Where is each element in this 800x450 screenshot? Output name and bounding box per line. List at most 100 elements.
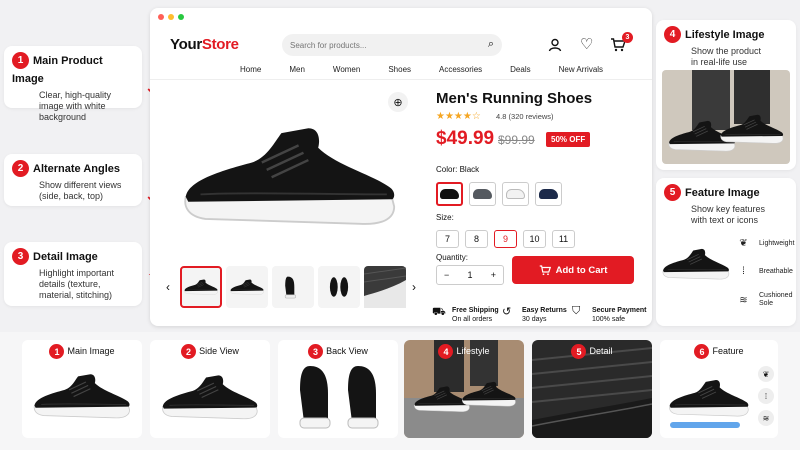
callout-desc: Show different views (side, back, top)	[39, 180, 134, 202]
nav-new-arrivals[interactable]: New Arrivals	[559, 65, 603, 74]
chevron-left-icon[interactable]: ‹	[166, 280, 170, 294]
shoe-image	[230, 279, 264, 295]
color-swatch	[440, 189, 459, 199]
card-number: 3	[308, 344, 324, 359]
nav-accessories[interactable]: Accessories	[439, 65, 482, 74]
nav-shoes[interactable]: Shoes	[388, 65, 411, 74]
nav-home[interactable]: Home	[240, 65, 261, 74]
color-swatch	[473, 189, 492, 199]
callout-number: 1	[12, 52, 29, 70]
thumbnail-back[interactable]	[272, 266, 314, 308]
card-number: 1	[49, 344, 65, 359]
thumbnail-top[interactable]	[318, 266, 360, 308]
callout-desc: Clear, high-quality image with white bac…	[39, 90, 134, 123]
maximize-dot[interactable]	[178, 14, 184, 20]
close-dot[interactable]	[158, 14, 164, 20]
card-number: 2	[181, 344, 197, 359]
feather-icon: ❦	[739, 238, 748, 249]
rating-text: 4.8 (320 reviews)	[496, 112, 554, 121]
card-label: Lifestyle	[456, 345, 490, 356]
thumbnail-main[interactable]	[180, 266, 222, 308]
truck-icon: ⛟	[432, 306, 446, 318]
thumbnail-side[interactable]	[226, 266, 268, 308]
search-icon[interactable]: ⌕	[488, 38, 494, 51]
callout-desc-line: image with white	[39, 101, 106, 111]
callout-desc-line: with text or icons	[691, 215, 759, 225]
quantity-value[interactable]: 1	[467, 270, 472, 280]
card-feature[interactable]: 6 Feature ❦ ⁞ ≋	[660, 340, 778, 438]
size-option-10[interactable]: 10	[523, 230, 546, 248]
feature-label: Lightweight	[759, 240, 795, 247]
size-option-11[interactable]: 11	[552, 230, 575, 248]
card-header: 6 Feature	[660, 340, 778, 359]
price: $49.99	[436, 128, 495, 149]
callout-main-product-image: 1 Main Product Image Clear, high-quality …	[4, 46, 142, 122]
minus-icon[interactable]: −	[444, 270, 449, 280]
shoe-image	[462, 381, 516, 407]
minimize-dot[interactable]	[168, 14, 174, 20]
user-icon[interactable]	[548, 38, 562, 52]
layers-icon: ≋	[758, 410, 774, 426]
search-input[interactable]	[290, 38, 470, 52]
add-to-cart-button[interactable]: Add to Cart	[512, 256, 634, 284]
thumbnail-detail[interactable]	[364, 266, 406, 308]
service-easy-returns: Easy Returns 30 days	[522, 306, 567, 324]
nav-men[interactable]: Men	[289, 65, 305, 74]
card-main-image[interactable]: 1 Main Image	[22, 340, 142, 438]
logo-your: Your	[170, 36, 202, 53]
card-number: 6	[694, 344, 710, 359]
rating-value: 4.8	[496, 112, 507, 121]
shoe-top-image	[329, 277, 349, 297]
card-header: 5 Detail	[532, 340, 652, 359]
color-option-grey[interactable]	[469, 182, 496, 206]
search-bar[interactable]: ⌕	[282, 34, 502, 56]
feature-row: ≋ Cushioned Sole	[736, 292, 796, 308]
shoe-back-image	[299, 366, 379, 429]
store-logo[interactable]: YourStore	[170, 36, 239, 53]
color-label-row: Color: Black	[436, 165, 479, 174]
callout-desc: Show the product in real-life use	[691, 46, 788, 68]
quantity-stepper: − 1 +	[436, 265, 504, 285]
rating-stars: ★★★★☆	[436, 111, 481, 122]
service-secure-payment: Secure Payment 100% safe	[592, 306, 646, 324]
heart-icon[interactable]: ♡	[580, 35, 593, 53]
chevron-right-icon[interactable]: ›	[412, 280, 416, 294]
callout-lifestyle-image: 4 Lifestyle Image Show the product in rea…	[656, 20, 796, 170]
card-detail[interactable]: 5 Detail	[532, 340, 652, 438]
service-sub: 30 days	[522, 316, 547, 323]
color-option-white[interactable]	[502, 182, 529, 206]
shoe-image	[662, 248, 730, 280]
callout-title: Feature Image	[685, 186, 760, 199]
review-count[interactable]: (320 reviews)	[509, 112, 554, 121]
service-sub: 100% safe	[592, 316, 626, 323]
plus-icon[interactable]: +	[491, 270, 496, 280]
color-option-black[interactable]	[436, 182, 463, 206]
size-option-9[interactable]: 9	[494, 230, 517, 248]
nav-women[interactable]: Women	[333, 65, 360, 74]
callout-title: Alternate Angles	[33, 162, 121, 175]
add-to-cart-label: Add to Cart	[555, 264, 608, 276]
card-lifestyle[interactable]: 4 Lifestyle	[404, 340, 524, 438]
card-back-view[interactable]: 3 Back View	[278, 340, 398, 438]
callout-desc-line: material, stitching)	[39, 290, 113, 300]
size-option-8[interactable]: 8	[465, 230, 488, 248]
size-option-7[interactable]: 7	[436, 230, 459, 248]
lifestyle-photo	[662, 70, 790, 164]
color-option-navy[interactable]	[535, 182, 562, 206]
callout-desc-line: Show different views	[39, 180, 122, 190]
zoom-icon[interactable]: ⊕	[388, 92, 408, 112]
cushion-highlight	[670, 422, 740, 428]
main-product-image[interactable]: ⊕	[164, 86, 414, 262]
card-header: 2 Side View	[150, 340, 270, 359]
card-side-view[interactable]: 2 Side View	[150, 340, 270, 438]
nav-deals[interactable]: Deals	[510, 65, 530, 74]
callout-desc-line: Highlight important	[39, 268, 115, 278]
callout-desc-line: (side, back, top)	[39, 191, 104, 201]
shoe-back-image	[284, 276, 296, 299]
callout-number: 2	[12, 160, 29, 178]
card-header: 1 Main Image	[22, 340, 142, 359]
callout-detail-image: 3 Detail Image Highlight important detail…	[4, 242, 142, 306]
layers-icon: ≋	[739, 294, 748, 306]
card-header: 4 Lifestyle	[404, 340, 524, 359]
shoe-image	[183, 126, 396, 226]
